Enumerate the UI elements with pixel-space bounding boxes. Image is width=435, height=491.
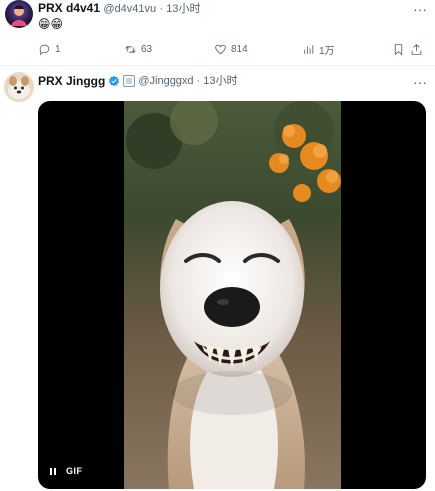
views-button[interactable]: 1万 [302,40,392,58]
handle[interactable]: @Jingggxd [138,74,193,88]
views-count: 1万 [319,45,335,57]
avatar[interactable] [4,72,34,102]
share-button[interactable] [410,40,428,58]
gif-controls: GIF [50,466,83,476]
more-options-icon[interactable]: ··· [413,74,427,90]
bookmark-button[interactable] [392,40,410,58]
timeline: PRX d4v41 @d4v41vu · 13小时 ··· 😁😁 1 63 81… [0,0,435,491]
share-icon [411,43,422,55]
separator: · [196,75,201,87]
timestamp[interactable]: 13小时 [166,3,200,15]
heart-icon [215,44,226,54]
pause-icon[interactable] [50,467,58,475]
gif-badge: GIF [66,466,83,476]
tweet-header: PRX d4v41 @d4v41vu · 13小时 [38,1,200,16]
timestamp[interactable]: 13小时 [203,74,237,88]
tweet-text: 😁😁 [38,17,64,31]
avatar[interactable] [5,0,33,28]
display-name[interactable]: PRX d4v41 [38,1,100,15]
affiliate-badge-icon[interactable] [123,75,136,87]
retweet-icon [125,45,136,53]
retweet-count: 63 [141,43,153,55]
tweet-header: PRX Jinggg @Jingggxd · 13小时 [38,74,237,88]
gif-frame [124,101,341,489]
display-name[interactable]: PRX Jinggg [38,74,105,88]
more-options-icon[interactable]: ··· [413,1,427,17]
retweet-button[interactable]: 63 [124,40,214,58]
reply-count: 1 [55,43,61,55]
tweet-actions: 1 63 814 1万 [38,40,428,58]
bookmark-icon [394,43,403,55]
gif-media[interactable]: GIF [38,101,426,489]
reply-button[interactable]: 1 [38,40,124,58]
like-button[interactable]: 814 [214,40,302,58]
like-count: 814 [231,43,248,55]
reply-icon [39,44,50,55]
verified-icon [109,75,120,87]
views-icon [304,44,314,54]
tweet-d4v41[interactable]: PRX d4v41 @d4v41vu · 13小时 ··· 😁😁 1 63 81… [0,0,435,66]
handle[interactable]: @d4v41vu [103,3,156,15]
